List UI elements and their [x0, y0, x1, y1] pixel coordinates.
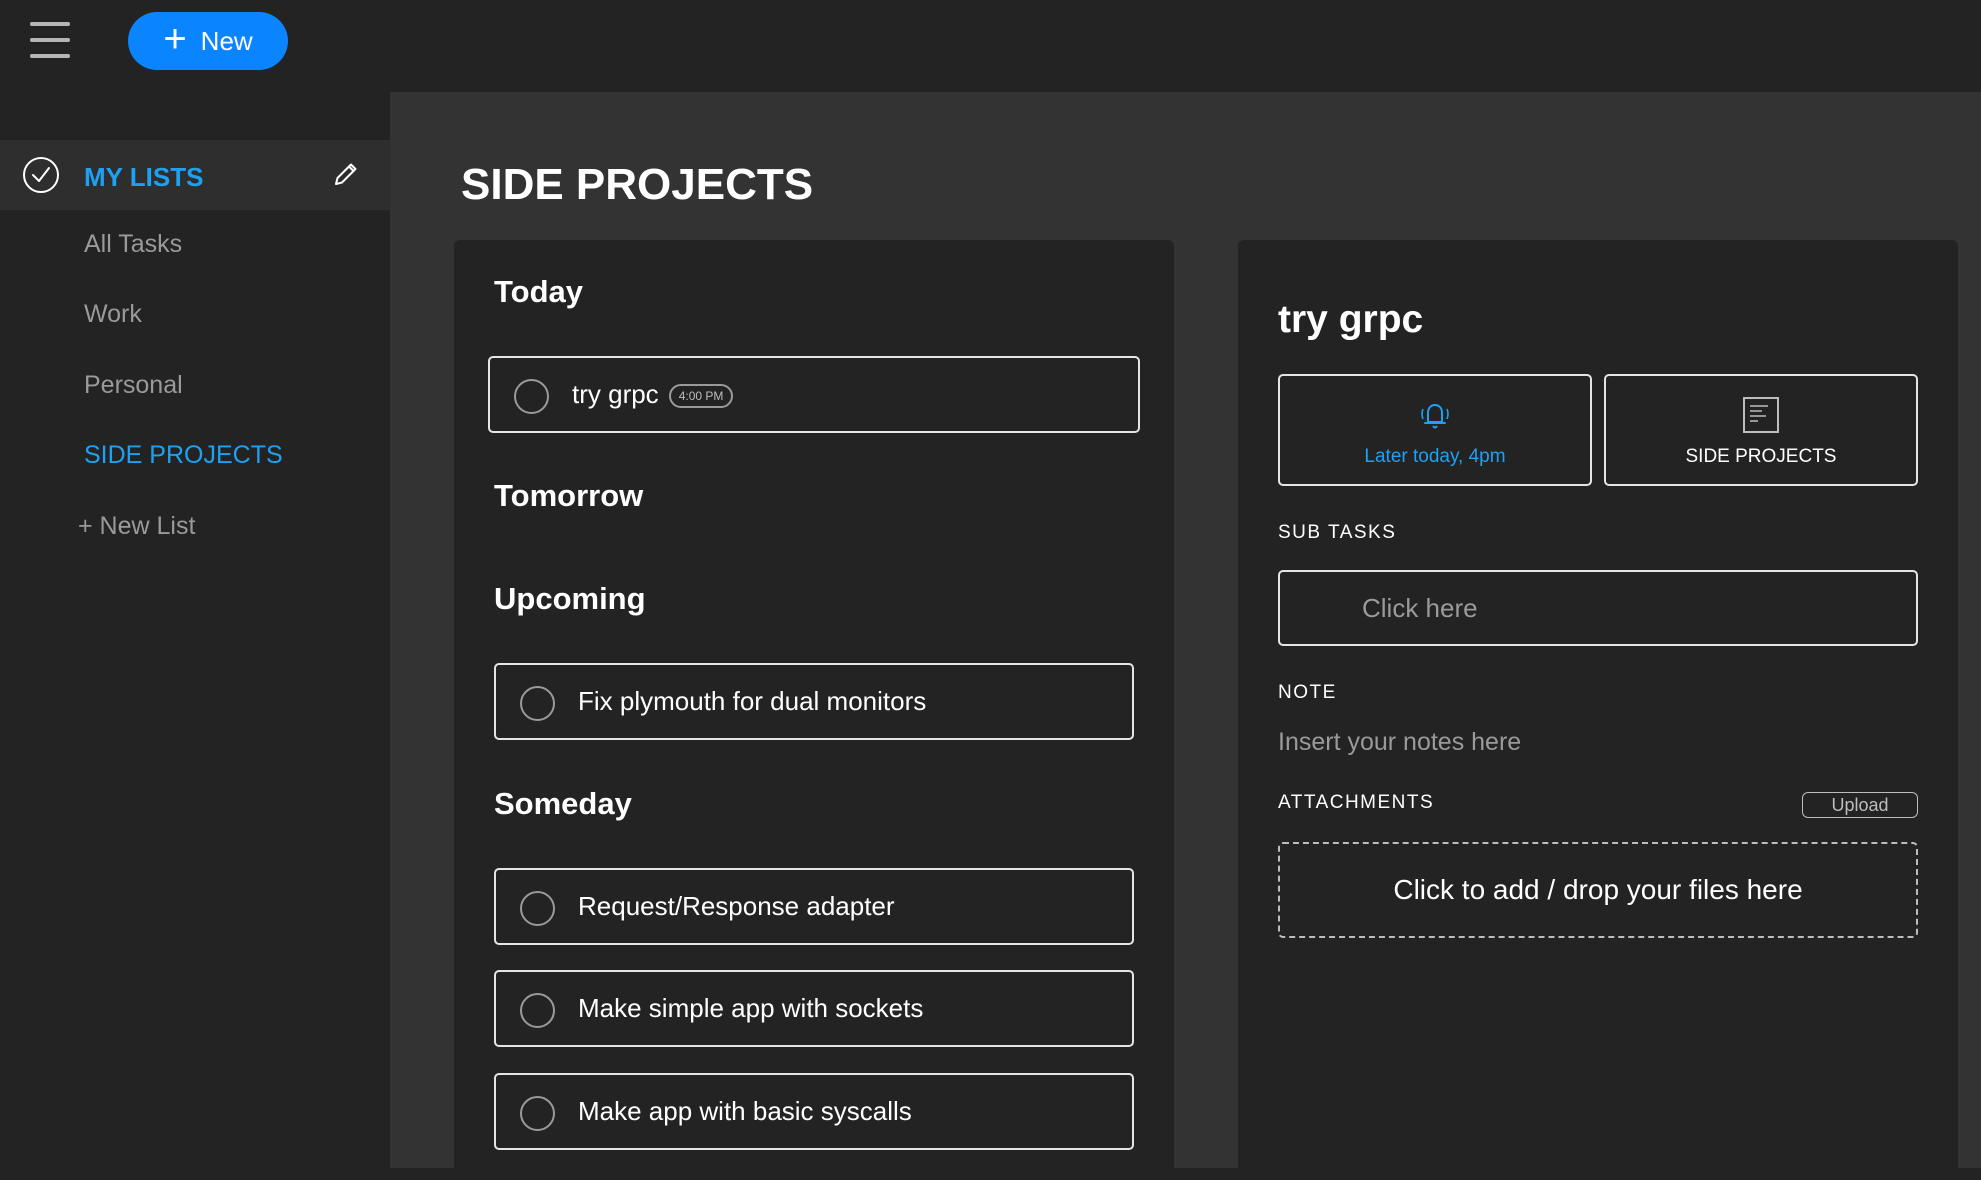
time-badge: 4:00 PM — [668, 384, 734, 408]
task-item[interactable]: Fix plymouth for dual monitors — [494, 663, 1134, 740]
upload-button[interactable]: Upload — [1802, 792, 1918, 818]
task-text: Make simple app with sockets — [578, 993, 924, 1023]
task-checkbox[interactable] — [520, 993, 555, 1028]
list-document-icon — [1743, 397, 1779, 433]
bell-icon — [1421, 404, 1449, 429]
section-title-someday: Someday — [494, 786, 632, 821]
note-label: NOTE — [1278, 682, 1337, 703]
detail-title: try grpc — [1278, 298, 1424, 341]
task-checkbox[interactable] — [520, 1096, 555, 1131]
sidebar-item-all-tasks[interactable]: All Tasks — [84, 230, 182, 259]
dropzone-text: Click to add / drop your files here — [1393, 874, 1803, 905]
new-button-label: New — [200, 25, 253, 56]
task-item[interactable]: try grpc 4:00 PM — [488, 356, 1140, 433]
check-circle-icon — [23, 157, 59, 193]
task-item[interactable]: Make app with basic syscalls — [494, 1073, 1134, 1150]
section-title-upcoming: Upcoming — [494, 581, 646, 616]
reminder-card[interactable]: Later today, 4pm — [1278, 374, 1592, 486]
my-lists-header[interactable]: MY LISTS — [0, 140, 390, 210]
plus-icon: + — [163, 17, 187, 61]
task-checkbox[interactable] — [520, 686, 555, 721]
subtask-input[interactable] — [1278, 570, 1918, 646]
hamburger-menu-icon[interactable] — [30, 20, 72, 60]
section-title-tomorrow: Tomorrow — [494, 478, 644, 513]
my-lists-label: MY LISTS — [84, 162, 204, 192]
reminder-label: Later today, 4pm — [1364, 446, 1506, 467]
task-text: try grpc 4:00 PM — [572, 379, 734, 410]
list-label: SIDE PROJECTS — [1685, 446, 1837, 467]
tasks-panel: Today try grpc 4:00 PM Tomorrow Upcoming … — [454, 240, 1174, 1180]
main-content: SIDE PROJECTS Today try grpc 4:00 PM Tomo… — [390, 92, 1981, 1180]
list-card[interactable]: SIDE PROJECTS — [1604, 374, 1918, 486]
task-text: Make app with basic syscalls — [578, 1096, 912, 1126]
new-list-link[interactable]: + New List — [78, 512, 195, 541]
sidebar-item-work[interactable]: Work — [84, 300, 142, 329]
sidebar-item-side-projects[interactable]: SIDE PROJECTS — [84, 441, 283, 470]
sidebar: MY LISTS All Tasks Work Personal SIDE PR… — [0, 92, 390, 1168]
task-item[interactable]: Request/Response adapter — [494, 868, 1134, 945]
task-text: Request/Response adapter — [578, 891, 895, 921]
page-title: SIDE PROJECTS — [461, 160, 814, 209]
attachments-label: ATTACHMENTS — [1278, 792, 1435, 813]
pencil-icon[interactable] — [332, 160, 360, 188]
new-task-button[interactable]: + New — [128, 12, 288, 70]
file-dropzone[interactable]: Click to add / drop your files here — [1278, 842, 1918, 938]
sidebar-item-personal[interactable]: Personal — [84, 371, 183, 400]
section-title-today: Today — [494, 274, 583, 309]
task-item[interactable]: Make simple app with sockets — [494, 970, 1134, 1047]
task-text: Fix plymouth for dual monitors — [578, 686, 927, 716]
task-checkbox[interactable] — [520, 891, 555, 926]
top-bar: + New — [0, 0, 1981, 92]
task-detail-panel: try grpc Later today, 4pm SIDE PROJECTS … — [1238, 240, 1958, 1180]
task-checkbox[interactable] — [514, 379, 549, 414]
note-input[interactable] — [1278, 722, 1918, 762]
subtasks-label: SUB TASKS — [1278, 522, 1397, 543]
